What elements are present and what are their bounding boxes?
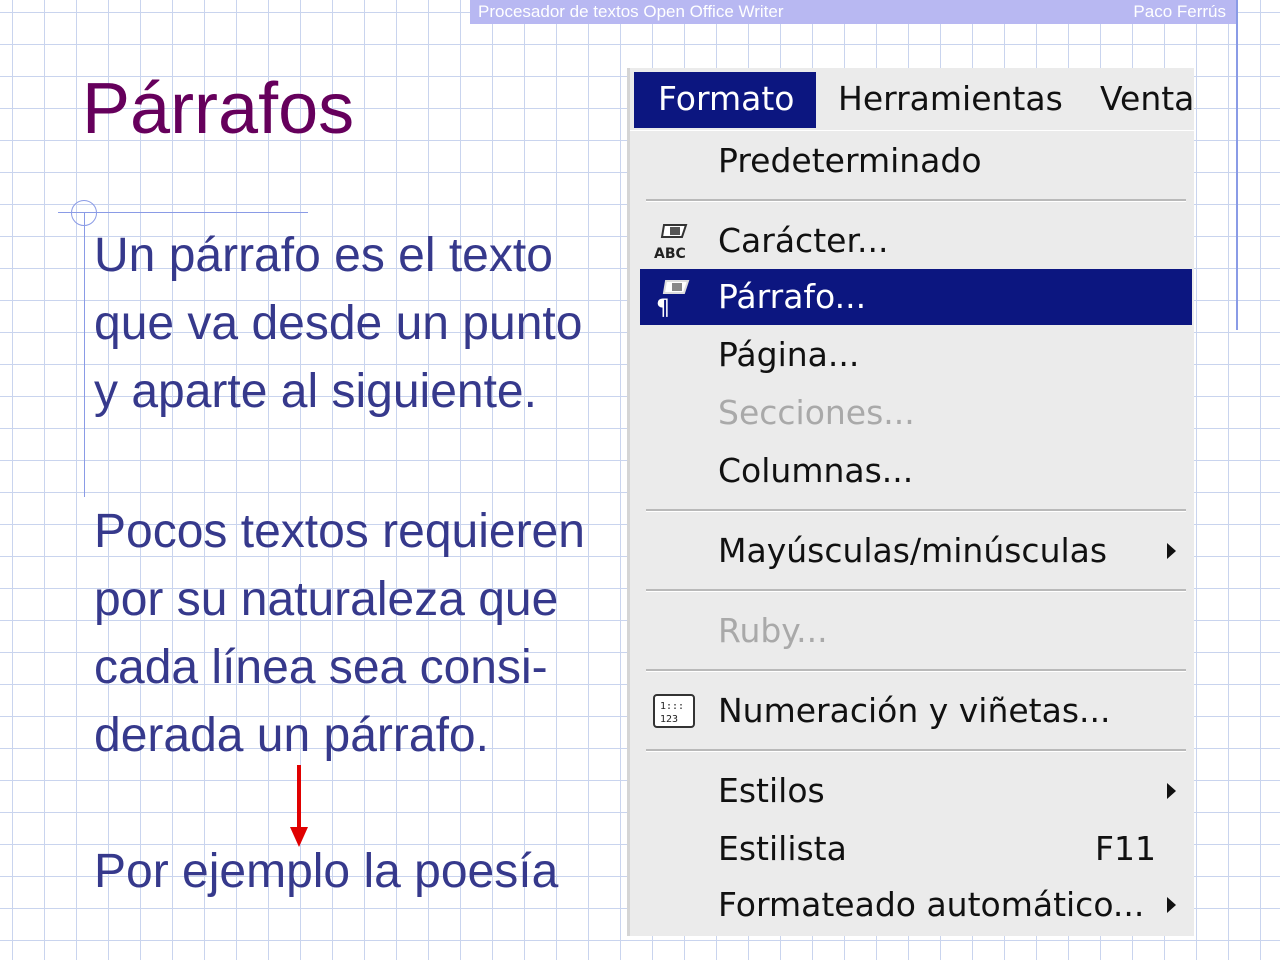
menu-item-label: Página... <box>718 335 860 374</box>
menu-separator <box>646 589 1186 592</box>
menu-item-label: Secciones... <box>718 393 915 432</box>
shortcut-label: F11 <box>1095 829 1156 868</box>
menubar: Formato Herramientas Venta <box>630 68 1194 131</box>
menu-item-label: Párrafo... <box>718 277 867 316</box>
submenu-arrow-icon <box>1167 897 1176 913</box>
menu-separator <box>646 199 1186 202</box>
text-line: Por ejemplo la poesía <box>94 845 559 898</box>
paragraph-definition: Un párrafo es el texto que va desde un p… <box>94 222 582 426</box>
menu-item-label: Numeración y viñetas... <box>718 691 1111 730</box>
menu-item-label: Estilista <box>718 829 847 868</box>
svg-text:ABC: ABC <box>654 246 686 261</box>
menubar-herramientas[interactable]: Herramientas <box>838 78 1063 120</box>
menu-item-ruby: Ruby... <box>640 603 1192 659</box>
menu-item-label: Predeterminado <box>718 141 982 180</box>
menu-item-pagina[interactable]: Página... <box>640 327 1192 383</box>
submenu-arrow-icon <box>1167 543 1176 559</box>
menu-item-label: Mayúsculas/minúsculas <box>718 531 1108 570</box>
menu-item-label: Ruby... <box>718 611 828 650</box>
menu-separator <box>646 749 1186 752</box>
menu-item-mayusculas[interactable]: Mayúsculas/minúsculas <box>640 523 1192 579</box>
header-bar: Procesador de textos Open Office Writer … <box>470 0 1236 24</box>
text-line: por su naturaleza que <box>94 573 559 626</box>
paragraph-explanation: Pocos textos requieren por su naturaleza… <box>94 498 585 770</box>
paragraph-format-icon: ¶ <box>656 280 690 317</box>
menu-item-estilista[interactable]: Estilista F11 <box>640 821 1192 877</box>
menu-item-predeterminado[interactable]: Predeterminado <box>640 133 1192 189</box>
formato-menu-screenshot: Formato Herramientas Venta Predeterminad… <box>630 68 1194 936</box>
menu-item-label: Carácter... <box>718 221 889 260</box>
body-decoration-line <box>84 212 85 497</box>
presentation-title: Procesador de textos Open Office Writer <box>478 2 784 21</box>
menubar-ventana[interactable]: Venta <box>1100 78 1194 120</box>
text-line: cada línea sea consi- <box>94 641 548 694</box>
menu-item-label: Estilos <box>718 771 825 810</box>
author-name: Paco Ferrús <box>1133 2 1226 21</box>
menu-item-label: Formateado automático... <box>718 885 1145 924</box>
paragraph-example: Por ejemplo la poesía <box>94 838 558 906</box>
svg-text:1:::: 1::: <box>660 701 684 712</box>
text-line: Pocos textos requieren <box>94 505 585 558</box>
character-format-icon: ABC <box>654 224 688 261</box>
slide-title: Párrafos <box>82 69 355 149</box>
text-line: que va desde un punto <box>94 297 583 350</box>
menu-item-numeracion[interactable]: 1::: 123 Numeración y viñetas... <box>640 683 1192 739</box>
menu-item-formateado-automatico[interactable]: Formateado automático... <box>640 877 1192 933</box>
text-line: Un párrafo es el texto <box>94 229 553 282</box>
menu-separator <box>646 509 1186 512</box>
menu-item-columnas[interactable]: Columnas... <box>640 443 1192 499</box>
menubar-formato[interactable]: Formato <box>634 72 816 128</box>
menu-item-secciones: Secciones... <box>640 385 1192 441</box>
menubar-formato-label: Formato <box>658 79 795 118</box>
svg-text:¶: ¶ <box>656 296 670 317</box>
text-line: y aparte al siguiente. <box>94 365 537 418</box>
red-arrow-icon <box>290 765 308 847</box>
menu-separator <box>646 669 1186 672</box>
title-decoration-line <box>58 212 308 213</box>
menu-item-parrafo[interactable]: ¶ Párrafo... <box>640 269 1192 325</box>
text-line: derada un párrafo. <box>94 709 489 762</box>
menu-item-estilos[interactable]: Estilos <box>640 763 1192 819</box>
menu-item-caracter[interactable]: ABC Carácter... <box>640 213 1192 269</box>
formato-dropdown: Predeterminado ABC Carácter... ¶ Párrafo… <box>640 131 1192 933</box>
numbering-bullets-icon: 1::: 123 <box>653 694 695 728</box>
decorative-rule <box>1236 0 1238 330</box>
menu-item-label: Columnas... <box>718 451 914 490</box>
svg-text:123: 123 <box>660 714 678 725</box>
submenu-arrow-icon <box>1167 783 1176 799</box>
